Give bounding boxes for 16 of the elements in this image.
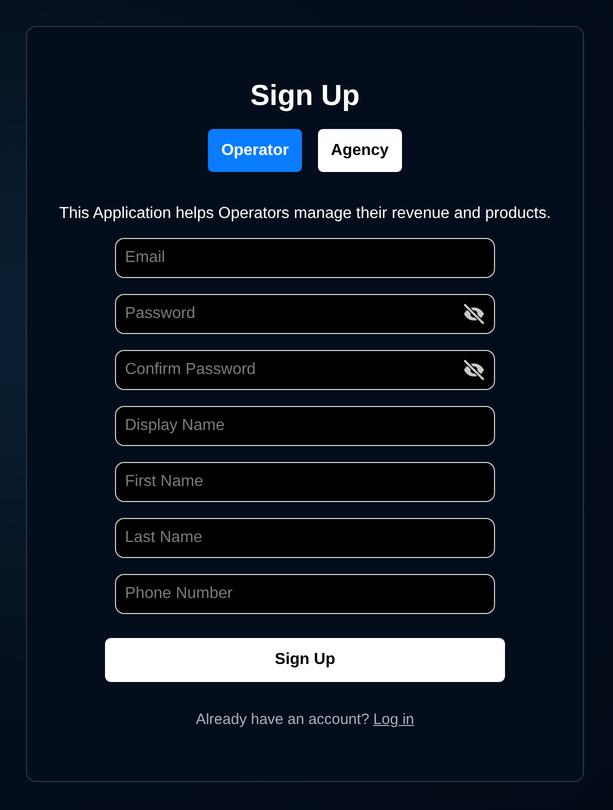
input-field[interactable]: Last Name [115,518,495,558]
description-text: This Application helps Operators manage their revenue and products. [59,204,551,224]
eye-slash-icon[interactable] [462,302,486,326]
role-tab[interactable]: Agency [318,129,402,172]
eye-slash-icon[interactable] [462,358,486,382]
input-field[interactable]: Display Name [115,406,495,446]
page-title: Sign Up [250,79,360,114]
input-field[interactable]: Email [115,238,495,278]
role-tab[interactable]: Operator [208,129,302,172]
input-field[interactable]: Password [115,294,495,334]
login-link[interactable]: Log in [373,711,414,728]
sign-up-button[interactable]: Sign Up [105,638,505,682]
input-field[interactable]: First Name [115,462,495,502]
account-prompt: Already have an account? [196,711,370,728]
input-field[interactable]: Phone Number [115,574,495,614]
input-field[interactable]: Confirm Password [115,350,495,390]
